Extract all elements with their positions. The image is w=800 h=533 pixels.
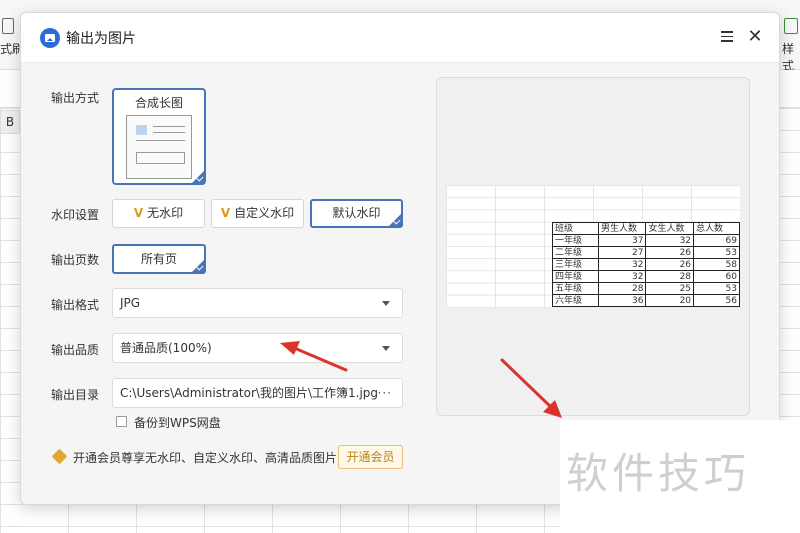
table-cell: 五年级 <box>552 282 599 295</box>
vip-crown-icon <box>51 448 68 465</box>
column-header-b[interactable]: B <box>0 110 20 134</box>
table-row: 三年级 32 26 58 <box>552 258 740 271</box>
table-row: 五年级 28 25 53 <box>552 282 740 295</box>
output-mode-label: 输出方式 <box>51 91 100 105</box>
directory-input[interactable]: C:\Users\Administrator\我的图片\工作簿1.jpg ··· <box>112 378 403 408</box>
table-cell: 58 <box>693 258 740 271</box>
style-icon <box>784 18 798 34</box>
close-icon[interactable]: ✕ <box>746 26 764 48</box>
directory-value: C:\Users\Administrator\我的图片\工作簿1.jpg <box>120 386 379 400</box>
long-image-thumbnail-icon <box>126 115 192 179</box>
table-header-cell: 男生人数 <box>597 222 647 235</box>
watermark-overlay-text: 软件技巧 <box>566 449 751 498</box>
vip-v-icon: V <box>133 206 144 220</box>
menu-icon[interactable] <box>721 31 733 43</box>
directory-label: 输出目录 <box>51 388 100 402</box>
table-row: 四年级 32 28 60 <box>552 270 740 283</box>
preview-data-table: 班级 男生人数 女生人数 总人数 一年级 37 32 69 二年级 27 26 53 三年级 32 26 58… <box>552 222 740 307</box>
table-cell: 53 <box>693 282 740 295</box>
table-cell: 32 <box>645 234 695 247</box>
default-watermark-button[interactable]: 默认水印 <box>310 199 403 228</box>
chevron-down-icon <box>382 301 390 306</box>
format-select[interactable]: JPG <box>112 288 403 318</box>
table-row: 一年级 37 32 69 <box>552 234 740 247</box>
table-cell: 56 <box>693 294 740 307</box>
table-cell: 二年级 <box>552 246 599 259</box>
format-value: JPG <box>120 296 141 310</box>
quality-value: 普通品质(100%) <box>120 341 212 355</box>
table-cell: 60 <box>693 270 740 283</box>
vip-v-icon: V <box>220 206 231 220</box>
table-row: 二年级 27 26 53 <box>552 246 740 259</box>
preview-sheet: 班级 男生人数 女生人数 总人数 一年级 37 32 69 二年级 27 26 53 三年级 32 26 58… <box>446 185 740 308</box>
custom-watermark-button[interactable]: V 自定义水印 <box>211 199 304 228</box>
table-cell: 32 <box>597 270 647 283</box>
chevron-down-icon <box>382 346 390 351</box>
pages-label: 输出页数 <box>51 253 100 267</box>
dialog-title: 输出为图片 <box>66 31 136 47</box>
quality-select[interactable]: 普通品质(100%) <box>112 333 403 363</box>
format-painter-icon <box>2 18 14 34</box>
table-header-cell: 女生人数 <box>645 222 695 235</box>
image-app-icon <box>40 28 60 48</box>
table-cell: 25 <box>645 282 695 295</box>
quality-label: 输出品质 <box>51 343 100 357</box>
vip-promo-text: 开通会员尊享无水印、自定义水印、高清品质图片 <box>73 451 338 465</box>
table-cell: 32 <box>597 258 647 271</box>
watermark-label: 水印设置 <box>51 208 100 222</box>
format-label: 输出格式 <box>51 298 100 312</box>
table-header-cell: 班级 <box>552 222 599 235</box>
selected-check-icon <box>191 259 205 273</box>
backup-label: 备份到WPS网盘 <box>134 416 221 430</box>
table-cell: 26 <box>645 258 695 271</box>
table-cell: 26 <box>645 246 695 259</box>
table-cell: 27 <box>597 246 647 259</box>
open-vip-button[interactable]: 开通会员 <box>338 445 403 469</box>
table-cell: 36 <box>597 294 647 307</box>
table-cell: 69 <box>693 234 740 247</box>
selected-check-icon <box>191 170 205 184</box>
toolbar-style-label[interactable]: 样式 <box>782 40 800 74</box>
table-cell: 53 <box>693 246 740 259</box>
table-cell: 20 <box>645 294 695 307</box>
long-image-label: 合成长图 <box>134 96 183 110</box>
long-image-option[interactable]: 合成长图 <box>112 88 206 185</box>
backup-checkbox[interactable] <box>116 416 127 427</box>
table-header-cell: 总人数 <box>693 222 740 235</box>
table-cell: 37 <box>597 234 647 247</box>
image-preview-panel: 班级 男生人数 女生人数 总人数 一年级 37 32 69 二年级 27 26 53 三年级 32 26 58… <box>436 77 750 416</box>
table-cell: 一年级 <box>552 234 599 247</box>
table-cell: 28 <box>645 270 695 283</box>
browse-more-icon[interactable]: ··· <box>378 379 392 407</box>
table-header-row: 班级 男生人数 女生人数 总人数 <box>552 222 740 235</box>
selected-check-icon <box>388 213 402 227</box>
no-watermark-button[interactable]: V 无水印 <box>112 199 205 228</box>
dialog-titlebar: 输出为图片 ✕ <box>21 13 779 63</box>
table-cell: 28 <box>597 282 647 295</box>
table-cell: 四年级 <box>552 270 599 283</box>
table-row: 六年级 36 20 56 <box>552 294 740 307</box>
table-cell: 三年级 <box>552 258 599 271</box>
table-cell: 六年级 <box>552 294 599 307</box>
all-pages-button[interactable]: 所有页 <box>112 244 206 274</box>
